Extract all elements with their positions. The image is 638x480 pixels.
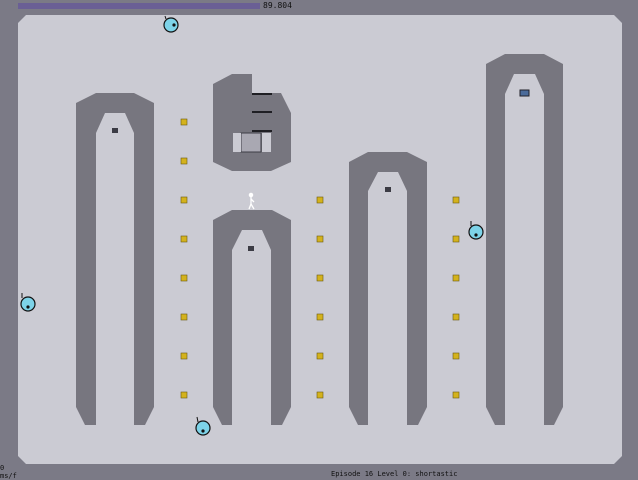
gold-piece	[452, 196, 460, 204]
launch-pad	[248, 246, 254, 251]
gold-piece	[452, 274, 460, 282]
exit-door-slot-right	[262, 133, 271, 152]
gold-piece	[452, 313, 460, 321]
gold-piece	[316, 391, 324, 399]
game-viewport: 89.804 0 ms/f Episode 16 Level 0: shorta…	[0, 0, 638, 480]
exit-door	[240, 132, 262, 153]
gold-piece	[316, 352, 324, 360]
debug-readout: 0 ms/f	[0, 464, 17, 480]
gold-piece	[316, 196, 324, 204]
gold-piece	[316, 274, 324, 282]
level-map	[18, 15, 622, 464]
gold-piece	[180, 118, 188, 126]
gold-piece	[452, 352, 460, 360]
gold-piece	[180, 274, 188, 282]
exit-door-slot-left	[233, 133, 241, 152]
gold-piece	[180, 157, 188, 165]
gold-piece	[452, 391, 460, 399]
launch-pad	[112, 128, 118, 133]
level-title: Episode 16 Level 0: shortastic	[331, 470, 458, 478]
gold-piece	[180, 235, 188, 243]
debug-unit: ms/f	[0, 472, 17, 480]
gold-piece	[180, 391, 188, 399]
debug-value: 0	[0, 464, 5, 472]
gold-piece	[452, 235, 460, 243]
exit-switch	[519, 89, 530, 97]
gold-piece	[180, 196, 188, 204]
gold-piece	[180, 313, 188, 321]
gold-piece	[316, 235, 324, 243]
launch-pad	[385, 187, 391, 192]
gold-piece	[180, 352, 188, 360]
gold-piece	[316, 313, 324, 321]
